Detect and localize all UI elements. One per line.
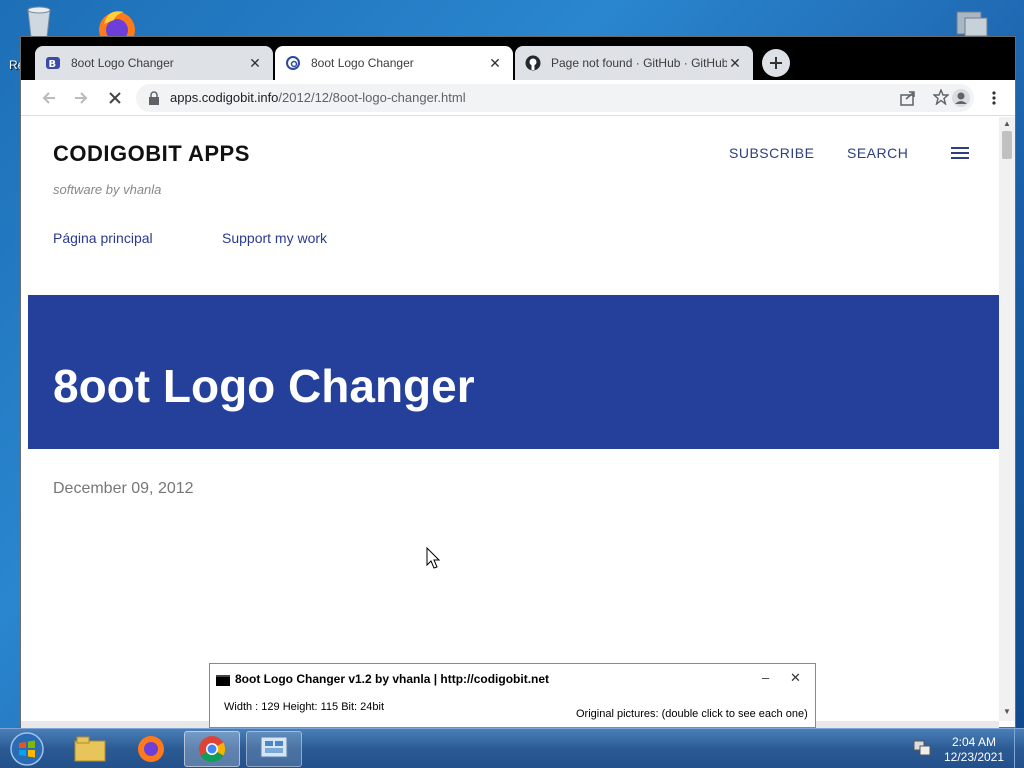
- browser-toolbar: apps.codigobit.info/2012/12/8oot-logo-ch…: [21, 80, 1015, 116]
- scroll-up-arrow-icon[interactable]: ▲: [1003, 119, 1011, 128]
- minimize-icon[interactable]: –: [762, 670, 769, 685]
- system-clock[interactable]: 2:04 AM 12/23/2021: [938, 735, 1010, 765]
- url-host: apps.codigobit.info: [170, 90, 279, 105]
- windows-logo-icon: [10, 732, 44, 766]
- clock-time: 2:04 AM: [951, 735, 997, 749]
- browser-window: B 8oot Logo Changer ✕ 8oot Logo Changer …: [20, 36, 1016, 728]
- recycle-bin-icon[interactable]: [20, 4, 58, 38]
- chrome-menu-button[interactable]: [982, 86, 1006, 110]
- stop-button[interactable]: [103, 86, 127, 110]
- tab-8oot-logo-changer-2[interactable]: 8oot Logo Changer ✕: [275, 46, 513, 80]
- close-icon[interactable]: ✕: [790, 670, 801, 686]
- close-icon[interactable]: ✕: [247, 55, 263, 71]
- logo-changer-taskbar-button[interactable]: [246, 731, 302, 767]
- arrow-left-icon: [42, 92, 55, 104]
- svg-text:B: B: [49, 59, 57, 70]
- folder-icon: [74, 736, 106, 762]
- web-page: CODIGOBIT APPS software by vhanla SUBSCR…: [21, 117, 999, 721]
- chrome-icon: [199, 736, 226, 763]
- logo-changer-app-window[interactable]: 8oot Logo Changer v1.2 by vhanla | http:…: [209, 663, 816, 728]
- blogger-icon: B: [45, 55, 61, 71]
- show-desktop-button[interactable]: [1014, 729, 1024, 768]
- close-icon[interactable]: ✕: [487, 55, 503, 71]
- codigobit-icon: [285, 55, 301, 71]
- post-hero-banner: 8oot Logo Changer: [28, 295, 999, 449]
- nav-link-support[interactable]: Support my work: [222, 230, 327, 246]
- plus-icon: [770, 57, 782, 69]
- tab-github-not-found[interactable]: Page not found · GitHub · GitHub ✕: [515, 46, 753, 80]
- firefox-desktop-icon[interactable]: [94, 6, 140, 48]
- search-button[interactable]: SEARCH: [847, 145, 908, 161]
- network-tray-icon[interactable]: [913, 739, 931, 762]
- arrow-right-icon: [75, 92, 88, 104]
- vertical-scrollbar[interactable]: ▲ ▼: [999, 117, 1015, 721]
- firefox-taskbar-button[interactable]: [123, 731, 179, 767]
- tab-title: 8oot Logo Changer: [311, 56, 414, 70]
- site-title[interactable]: CODIGOBIT APPS: [53, 141, 250, 167]
- post-title: 8oot Logo Changer: [53, 360, 475, 412]
- url-path: /2012/12/8oot-logo-changer.html: [278, 90, 466, 105]
- close-icon[interactable]: ✕: [727, 55, 743, 71]
- console-app-icon: [216, 673, 230, 691]
- star-icon[interactable]: [932, 88, 950, 110]
- firefox-icon: [138, 736, 164, 762]
- mouse-cursor-icon: [426, 546, 441, 574]
- tab-8oot-logo-changer-1[interactable]: B 8oot Logo Changer ✕: [35, 46, 273, 80]
- tab-title: 8oot Logo Changer: [71, 56, 174, 70]
- back-button[interactable]: [37, 86, 61, 110]
- app-window-title: 8oot Logo Changer v1.2 by vhanla | http:…: [235, 672, 550, 686]
- subscribe-button[interactable]: SUBSCRIBE: [729, 145, 814, 161]
- chrome-taskbar-button[interactable]: [184, 731, 240, 767]
- avatar-icon: [952, 89, 970, 107]
- start-button[interactable]: [0, 731, 54, 767]
- kebab-menu-icon: [992, 91, 996, 105]
- profile-button[interactable]: [949, 86, 973, 110]
- nav-link-home[interactable]: Página principal: [53, 230, 153, 246]
- new-tab-button[interactable]: [762, 49, 790, 77]
- clock-date: 12/23/2021: [943, 750, 1005, 764]
- control-panel-icon: [260, 736, 288, 758]
- tab-strip: B 8oot Logo Changer ✕ 8oot Logo Changer …: [21, 37, 1015, 80]
- post-date: December 09, 2012: [53, 480, 194, 497]
- share-icon[interactable]: [900, 90, 916, 111]
- file-explorer-taskbar-button[interactable]: [62, 731, 118, 767]
- address-bar[interactable]: apps.codigobit.info/2012/12/8oot-logo-ch…: [136, 84, 974, 112]
- github-icon: [525, 55, 541, 71]
- url-text: apps.codigobit.info/2012/12/8oot-logo-ch…: [170, 90, 466, 105]
- forward-button[interactable]: [69, 86, 93, 110]
- network-desktop-icon[interactable]: [953, 10, 991, 38]
- scroll-thumb[interactable]: [1002, 131, 1012, 159]
- lock-icon: [148, 91, 160, 110]
- tab-title: Page not found · GitHub · GitHub: [551, 56, 727, 70]
- hamburger-menu-icon[interactable]: [950, 146, 970, 160]
- scroll-down-arrow-icon[interactable]: ▼: [1003, 707, 1011, 716]
- original-pictures-label: Original pictures: (double click to see …: [576, 708, 808, 720]
- close-icon: [109, 92, 121, 104]
- image-info-text: Width : 129 Height: 115 Bit: 24bit: [224, 701, 384, 713]
- taskbar: 2:04 AM 12/23/2021: [0, 728, 1024, 768]
- site-description: software by vhanla: [53, 182, 162, 197]
